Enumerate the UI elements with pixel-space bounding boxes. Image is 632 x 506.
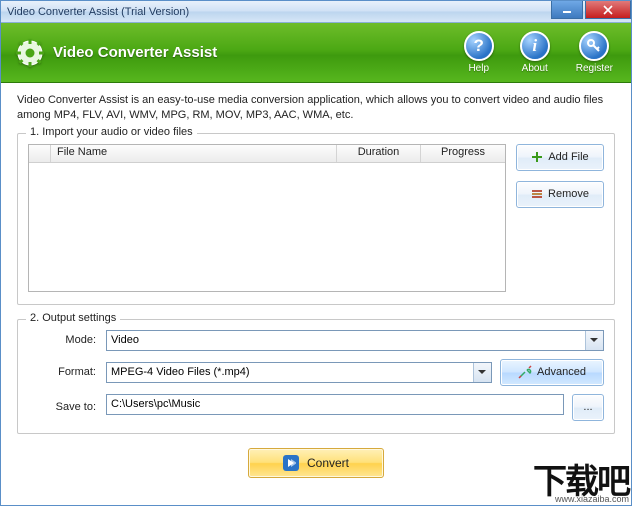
help-label: Help	[468, 63, 489, 74]
about-label: About	[522, 63, 548, 74]
format-label: Format:	[28, 366, 98, 378]
saveto-label: Save to:	[28, 401, 98, 413]
content-area: Video Converter Assist is an easy-to-use…	[1, 83, 631, 486]
close-icon	[603, 5, 613, 15]
play-icon	[283, 455, 299, 471]
advanced-button[interactable]: Advanced	[500, 359, 604, 386]
minimize-button[interactable]	[551, 1, 583, 19]
titlebar: Video Converter Assist (Trial Version)	[1, 1, 631, 23]
convert-button[interactable]: Convert	[248, 448, 384, 478]
close-button[interactable]	[585, 1, 631, 19]
file-list-header: File Name Duration Progress	[29, 145, 505, 163]
header-bar: Video Converter Assist ? Help i About Re…	[1, 23, 631, 83]
remove-label: Remove	[548, 188, 589, 200]
add-file-button[interactable]: Add File	[516, 144, 604, 171]
remove-icon	[531, 189, 543, 199]
import-fieldset: 1. Import your audio or video files File…	[17, 133, 615, 305]
about-button[interactable]: i About	[520, 31, 550, 74]
advanced-label: Advanced	[537, 366, 586, 378]
help-icon: ?	[464, 31, 494, 61]
register-button[interactable]: Register	[576, 31, 613, 74]
col-duration[interactable]: Duration	[337, 145, 421, 162]
app-name: Video Converter Assist	[53, 44, 217, 61]
output-legend: 2. Output settings	[26, 312, 120, 324]
key-icon	[579, 31, 609, 61]
header-actions: ? Help i About Register	[464, 31, 613, 74]
output-fieldset: 2. Output settings Mode: Format: Advance…	[17, 319, 615, 434]
description-text: Video Converter Assist is an easy-to-use…	[17, 93, 615, 123]
help-button[interactable]: ? Help	[464, 31, 494, 74]
add-file-label: Add File	[548, 151, 588, 163]
plus-icon	[531, 151, 543, 163]
mode-select[interactable]	[106, 330, 604, 351]
window-title: Video Converter Assist (Trial Version)	[7, 6, 189, 18]
gear-icon	[15, 38, 45, 68]
minimize-icon	[562, 6, 572, 14]
col-filename[interactable]: File Name	[51, 145, 337, 162]
window-controls	[549, 1, 631, 22]
saveto-input[interactable]	[106, 394, 564, 415]
file-list[interactable]: File Name Duration Progress	[28, 144, 506, 292]
info-icon: i	[520, 31, 550, 61]
mode-label: Mode:	[28, 334, 98, 346]
format-select[interactable]	[106, 362, 492, 383]
import-legend: 1. Import your audio or video files	[26, 126, 197, 138]
col-blank[interactable]	[29, 145, 51, 162]
browse-button[interactable]: ...	[572, 394, 604, 421]
browse-label: ...	[583, 401, 592, 413]
tools-icon	[518, 365, 532, 379]
brand: Video Converter Assist	[15, 38, 217, 68]
register-label: Register	[576, 63, 613, 74]
convert-label: Convert	[307, 456, 349, 470]
app-window: Video Converter Assist (Trial Version) V…	[0, 0, 632, 506]
col-progress[interactable]: Progress	[421, 145, 505, 162]
remove-button[interactable]: Remove	[516, 181, 604, 208]
